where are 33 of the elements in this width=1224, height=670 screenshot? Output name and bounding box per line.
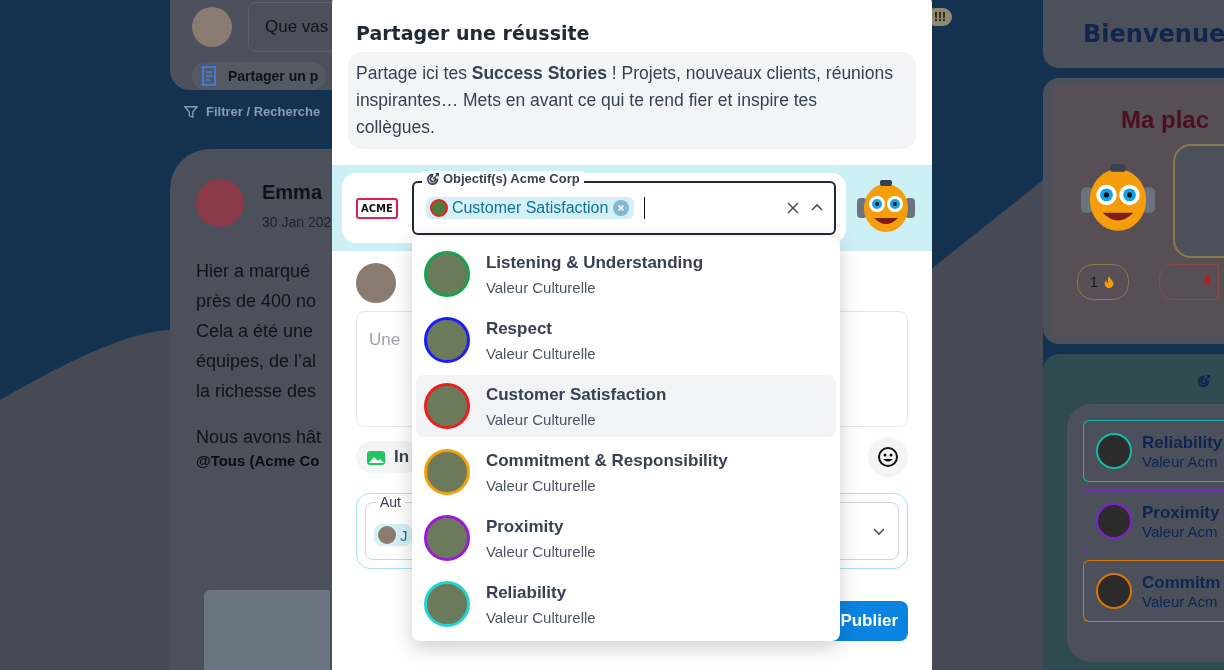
post-text-line: la richesse des xyxy=(196,380,317,403)
post-mention: @Tous (Acme Co xyxy=(196,452,320,469)
post-text-line: près de 400 no xyxy=(196,290,317,313)
value-subtitle: Valeur Acm xyxy=(1142,522,1219,540)
value-name: Proximity xyxy=(1142,502,1220,523)
value-subtitle: Valeur Acm xyxy=(1142,592,1219,610)
post-text-line: équipes, de l’al xyxy=(196,350,317,373)
option-title: Reliability xyxy=(485,582,568,603)
intro-text: Partage ici tes Success Stories ! Projets, nouveaux clients, réunions inspirantes… Mets en avant ce qui te rend fier et inspire tes collègues. xyxy=(348,52,916,149)
option-title: Proximity xyxy=(485,516,565,537)
option-title: Respect xyxy=(485,318,553,339)
post-text-line: Cela a été une xyxy=(196,320,314,343)
option-subtitle: Valeur Culturelle xyxy=(485,608,596,626)
place-title: Ma plac xyxy=(1121,106,1211,134)
option-title: Commitment & Responsibility xyxy=(485,450,728,471)
post-text-line: Hier a marqué xyxy=(196,260,311,283)
value-subtitle: Valeur Acm xyxy=(1142,452,1219,470)
option-subtitle: Valeur Culturelle xyxy=(485,344,596,362)
option-subtitle: Valeur Culturelle xyxy=(485,278,597,296)
modal-title: Partager une réussite xyxy=(356,22,591,44)
streak-counter: 1 xyxy=(1077,264,1129,300)
option-title: Listening & Understanding xyxy=(485,252,704,273)
author-label: Aut xyxy=(376,494,405,510)
post-text-line: Nous avons hât xyxy=(196,426,323,449)
company-logo: ACME xyxy=(356,197,398,219)
value-name: Reliability xyxy=(1142,432,1223,453)
post-author: Emma xyxy=(262,181,324,204)
option-subtitle: Valeur Culturelle xyxy=(485,476,597,494)
option-title: Customer Satisfaction xyxy=(485,384,667,405)
value-name: Commitm xyxy=(1142,572,1221,593)
option-subtitle: Valeur Culturelle xyxy=(485,542,596,560)
option-subtitle: Valeur Culturelle xyxy=(485,410,597,428)
welcome-title: Bienvenue xyxy=(1043,0,1224,68)
